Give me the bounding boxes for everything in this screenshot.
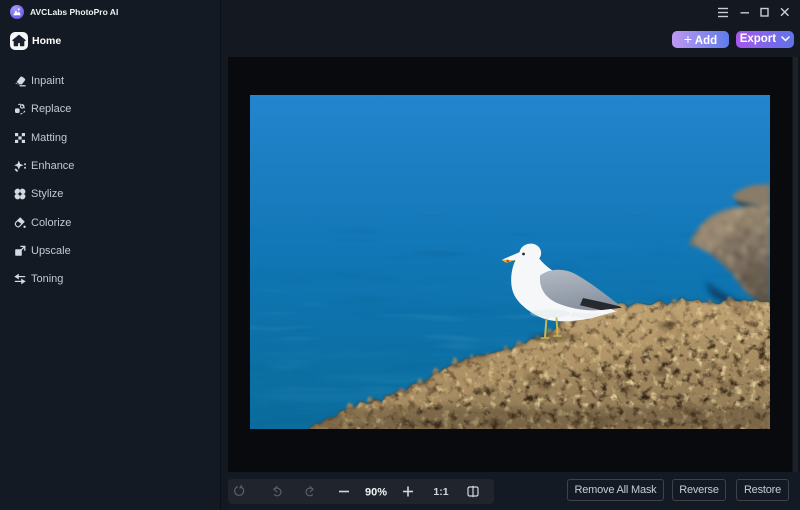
svg-text:90%: 90% <box>365 487 387 499</box>
svg-text:1:1: 1:1 <box>433 486 448 498</box>
